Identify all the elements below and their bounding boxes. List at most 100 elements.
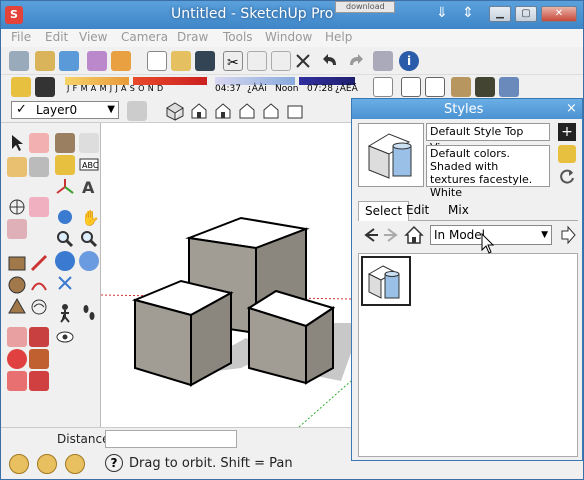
monochrome-style-icon[interactable] <box>499 77 519 97</box>
shaded-textures-style-icon[interactable] <box>475 77 495 97</box>
left-view-icon[interactable] <box>285 101 305 121</box>
select-arrow-icon[interactable] <box>9 51 29 71</box>
paint-bucket-tool-icon[interactable] <box>29 157 49 177</box>
forward-arrow-icon[interactable] <box>382 225 402 248</box>
select-tool-icon[interactable] <box>7 133 27 153</box>
pin-icon[interactable]: ⇓ <box>431 6 453 22</box>
modeling-viewport[interactable] <box>101 123 351 427</box>
freehand-tool-icon[interactable] <box>29 297 49 317</box>
redo-icon[interactable] <box>345 51 365 71</box>
undo-icon[interactable] <box>321 51 341 71</box>
sketchup-logo-icon[interactable]: S <box>5 6 23 24</box>
shadow-settings-icon[interactable] <box>11 77 31 97</box>
cube-right[interactable] <box>246 289 336 385</box>
get-models-icon[interactable] <box>35 51 55 71</box>
details-arrow-icon[interactable] <box>558 225 578 248</box>
polygon-tool-icon[interactable] <box>7 297 27 317</box>
pan-view-icon[interactable] <box>29 197 49 217</box>
menu-edit[interactable]: Edit <box>45 30 68 44</box>
xray-style-icon[interactable] <box>373 77 393 97</box>
erase-icon[interactable] <box>293 51 313 71</box>
save-icon[interactable] <box>195 51 215 71</box>
credits-icon[interactable] <box>37 454 57 474</box>
copy-icon[interactable] <box>247 51 267 71</box>
tape-measure-tool-icon[interactable] <box>55 133 75 153</box>
3d-text-tool-icon[interactable]: A <box>79 177 99 197</box>
zoom-window-icon[interactable] <box>79 229 99 249</box>
menu-draw[interactable]: Draw <box>177 30 208 44</box>
display-shadows-icon[interactable] <box>35 77 55 97</box>
create-style-icon[interactable]: + <box>558 123 576 141</box>
close-button[interactable]: ✕ <box>541 6 577 22</box>
line-tool-icon[interactable] <box>29 253 49 273</box>
rotate-tool-icon[interactable] <box>7 349 27 369</box>
right-view-icon[interactable] <box>237 101 257 121</box>
tab-mix[interactable]: Mix <box>442 201 475 221</box>
iso-view-icon[interactable] <box>165 101 185 121</box>
measurements-input[interactable] <box>105 430 237 448</box>
cut-icon[interactable]: ✂ <box>223 51 243 71</box>
style-name-field[interactable]: Default Style Top View <box>426 123 550 154</box>
walk-tool-icon[interactable] <box>7 219 27 239</box>
styles-close-icon[interactable]: × <box>566 101 577 116</box>
orbit-tool-icon[interactable] <box>7 197 27 217</box>
look-around-icon[interactable] <box>55 327 75 347</box>
push-pull-tool-icon[interactable] <box>29 327 49 347</box>
protractor-tool-icon[interactable] <box>55 155 75 175</box>
menu-tools[interactable]: Tools <box>223 30 253 44</box>
cube-left[interactable] <box>131 279 234 387</box>
make-component-tool-icon[interactable] <box>7 157 27 177</box>
maximize-button[interactable]: ▢ <box>515 6 537 22</box>
share-model-icon[interactable] <box>59 51 79 71</box>
dimension-tool-icon[interactable] <box>79 133 99 153</box>
menu-camera[interactable]: Camera <box>121 30 168 44</box>
position-camera-icon[interactable] <box>55 273 75 293</box>
style-swatch-default[interactable] <box>361 256 411 306</box>
account-icon[interactable] <box>65 454 85 474</box>
minimize-button[interactable]: ▁ <box>489 6 511 22</box>
hand-pan-icon[interactable]: ✋ <box>79 207 100 227</box>
menu-view[interactable]: View <box>79 30 107 44</box>
update-style-icon[interactable] <box>558 145 576 163</box>
eraser-tool-icon[interactable] <box>29 133 49 153</box>
unpin-icon[interactable]: ⇕ <box>457 6 479 22</box>
zoom-tool-icon[interactable] <box>55 229 75 249</box>
styles-title-bar[interactable]: Styles × <box>352 99 582 119</box>
refresh-icon[interactable] <box>558 167 576 185</box>
zoom-extents-icon[interactable] <box>79 251 99 271</box>
axes-tool-icon[interactable] <box>55 177 75 197</box>
home-icon[interactable] <box>404 225 424 248</box>
paste-icon[interactable] <box>271 51 291 71</box>
style-description-field[interactable]: Default colors. Shaded with textures fac… <box>426 145 550 199</box>
top-view-icon[interactable] <box>189 101 209 121</box>
footprints-icon[interactable] <box>79 303 99 323</box>
scale-tool-icon[interactable] <box>7 371 27 391</box>
move-tool-icon[interactable] <box>7 327 27 347</box>
background-browser-tab[interactable]: download <box>335 1 395 13</box>
circle-tool-icon[interactable] <box>7 275 27 295</box>
walk-figure-icon[interactable] <box>55 303 75 323</box>
layer-dropdown[interactable]: ✓ Layer0 ▼ <box>11 101 119 119</box>
back-view-icon[interactable] <box>261 101 281 121</box>
new-file-icon[interactable] <box>147 51 167 71</box>
share-component-icon[interactable] <box>111 51 131 71</box>
open-folder-icon[interactable] <box>171 51 191 71</box>
geo-location-icon[interactable] <box>9 454 29 474</box>
help-icon[interactable]: ? <box>105 454 123 472</box>
title-bar[interactable]: S Untitled - SketchUp Pro download ⇓ ⇕ ▁… <box>1 1 583 29</box>
follow-me-tool-icon[interactable] <box>29 349 49 369</box>
menu-window[interactable]: Window <box>265 30 312 44</box>
tab-edit[interactable]: Edit <box>400 201 435 221</box>
layer-manager-icon[interactable] <box>127 101 147 121</box>
get-component-icon[interactable] <box>87 51 107 71</box>
text-tool-icon[interactable]: ABC <box>79 155 99 175</box>
offset-tool-icon[interactable] <box>29 371 49 391</box>
menu-file[interactable]: File <box>11 30 31 44</box>
arc-tool-icon[interactable] <box>29 275 49 295</box>
previous-view-icon[interactable] <box>55 251 75 271</box>
scene-canvas[interactable] <box>101 123 351 427</box>
orbit-view-icon[interactable] <box>55 207 75 227</box>
back-arrow-icon[interactable] <box>360 225 380 248</box>
rectangle-tool-icon[interactable] <box>7 253 27 273</box>
front-view-icon[interactable] <box>213 101 233 121</box>
